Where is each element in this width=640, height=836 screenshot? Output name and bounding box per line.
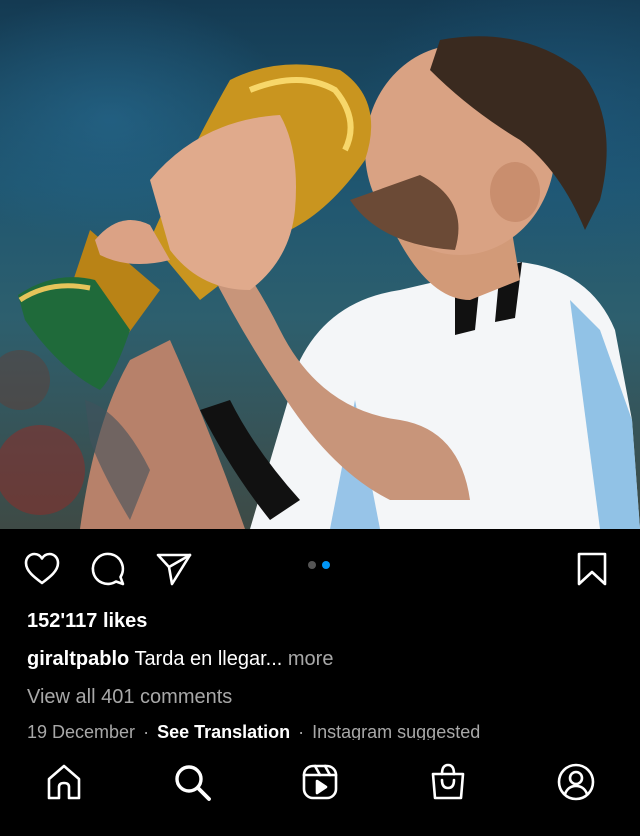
save-button[interactable] (572, 549, 612, 589)
post-image[interactable] (0, 0, 640, 529)
bookmark-icon (577, 552, 607, 586)
bottom-nav (0, 740, 640, 836)
view-comments-link[interactable]: View all 401 comments (27, 686, 232, 709)
shop-icon (431, 763, 465, 800)
post-meta: 19 December · See Translation · Instagram su… (27, 722, 480, 740)
comment-icon (91, 552, 125, 586)
suggested-label: Instagram suggested (312, 722, 481, 740)
like-button[interactable] (22, 549, 62, 589)
caption: giraltpablo Tarda en llegar... more (27, 648, 333, 671)
home-icon (47, 764, 81, 800)
nav-search[interactable] (170, 760, 214, 804)
reels-icon (302, 764, 338, 800)
nav-shop[interactable] (426, 760, 470, 804)
see-translation-link[interactable]: See Translation (157, 722, 290, 740)
nav-profile[interactable] (554, 760, 598, 804)
comment-button[interactable] (88, 549, 128, 589)
nav-home[interactable] (42, 760, 86, 804)
post-photo-illustration (0, 36, 640, 529)
profile-icon (557, 763, 595, 801)
post-date: 19 December (27, 722, 136, 740)
carousel-indicator (308, 561, 330, 569)
nav-reels[interactable] (298, 760, 342, 804)
search-icon (175, 765, 211, 801)
caption-username[interactable]: giraltpablo (27, 648, 129, 670)
heart-icon (24, 552, 60, 585)
share-button[interactable] (154, 549, 194, 589)
meta-separator: · (143, 722, 150, 740)
carousel-dot-active (322, 561, 330, 569)
meta-separator: · (298, 722, 305, 740)
carousel-dot (308, 561, 316, 569)
caption-more-link[interactable]: more (288, 648, 334, 670)
send-icon (156, 553, 192, 586)
post-actions (0, 529, 640, 609)
caption-text: Tarda en llegar... (134, 648, 283, 670)
likes-count[interactable]: 152'117 likes (27, 610, 147, 633)
